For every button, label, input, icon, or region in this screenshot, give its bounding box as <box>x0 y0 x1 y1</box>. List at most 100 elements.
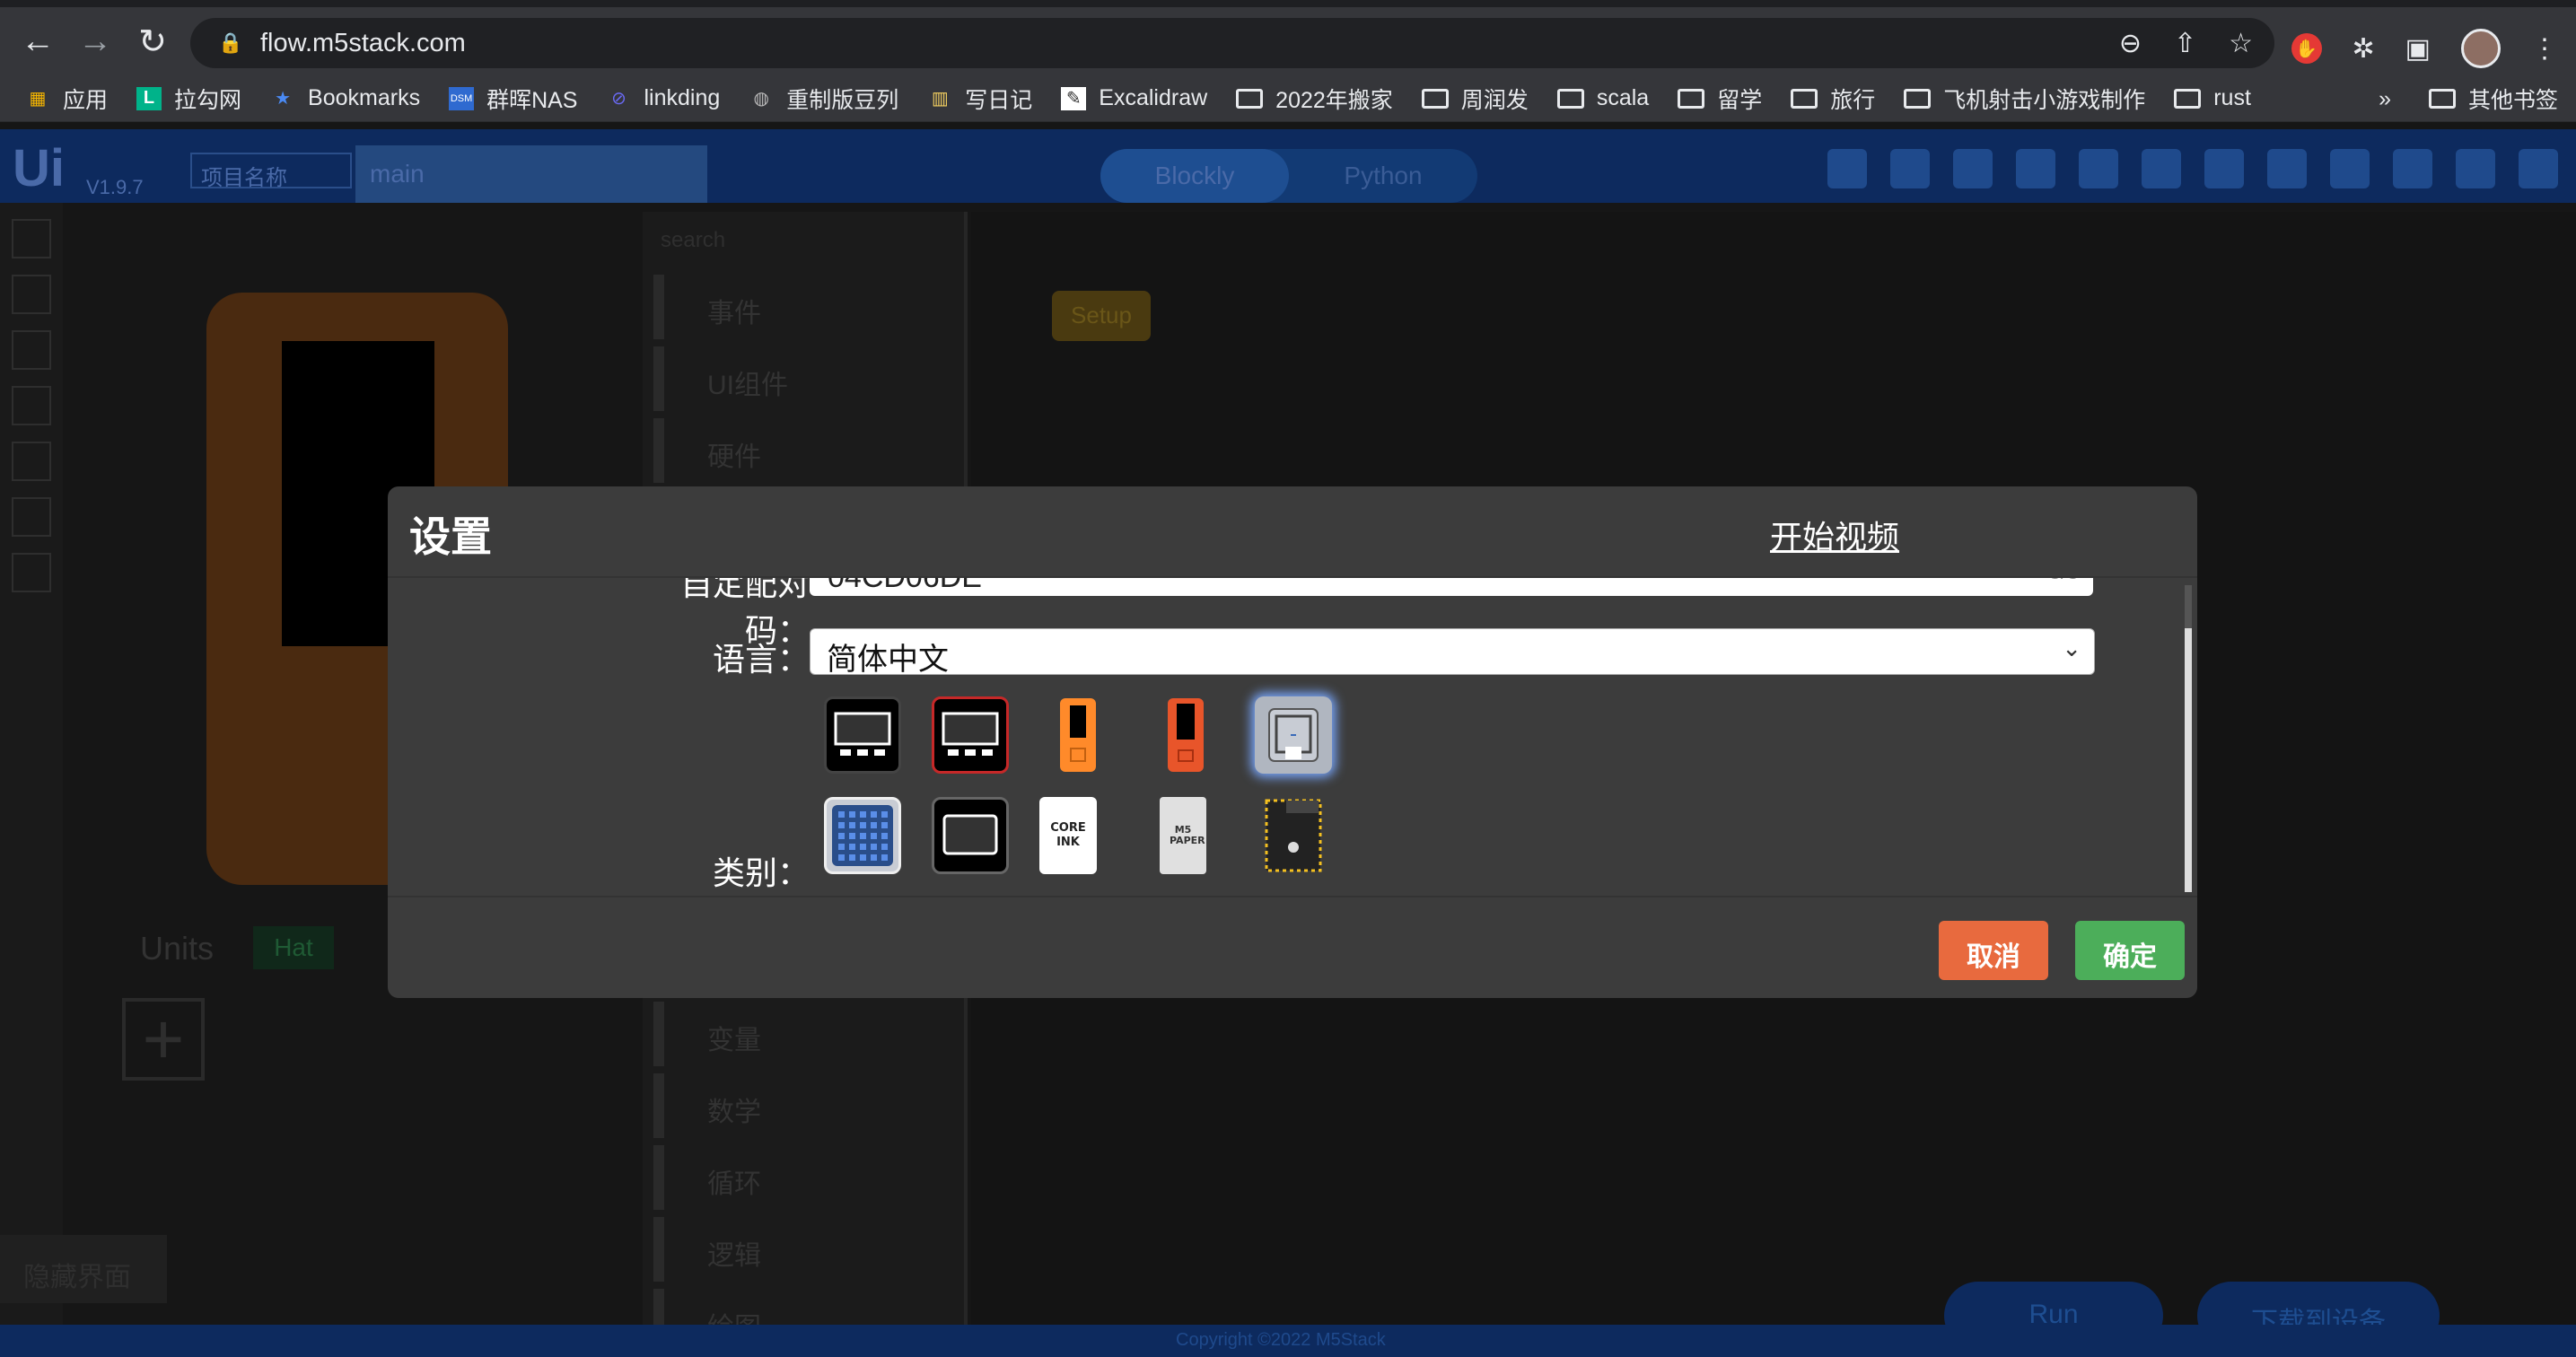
matrix-led <box>881 844 888 850</box>
circle-widget-icon[interactable] <box>12 386 51 425</box>
bookmark-folder[interactable]: 飞机射击小游戏制作 <box>1904 83 2145 115</box>
python-mode-button[interactable]: Python <box>1289 162 1477 190</box>
chevron-down-icon: ⌄ <box>2062 635 2081 661</box>
device-icon[interactable] <box>1890 149 1930 188</box>
bookmark-folder[interactable]: 旅行 <box>1791 83 1875 115</box>
stickc-device-icon[interactable] <box>1039 696 1117 774</box>
category-hardware[interactable]: 硬件 <box>653 418 959 483</box>
bookmark-item[interactable]: ★ Bookmarks <box>270 85 420 111</box>
app-toolbar-icons <box>1827 149 2558 188</box>
user-icon[interactable] <box>1827 149 1867 188</box>
rect-widget-icon[interactable] <box>12 330 51 370</box>
screen: ← → ↻ 🔒 flow.m5stack.com ⊖ ⇧ ☆ ✋ ✲ ▣ ⋮ ▦… <box>0 0 2576 1357</box>
folder-icon <box>1904 88 1932 109</box>
bookmark-item[interactable]: ▦ 应用 <box>25 83 108 115</box>
share-icon[interactable]: ⇧ <box>2174 28 2196 59</box>
folder-icon <box>1556 88 1584 109</box>
hide-ui-button[interactable]: 隐藏界面 <box>0 1235 167 1303</box>
matrix-led <box>871 833 877 839</box>
cancel-button[interactable]: 取消 <box>1939 921 2048 980</box>
address-bar[interactable]: 🔒 flow.m5stack.com ⊖ ⇧ ☆ <box>190 18 2274 68</box>
add-unit-button[interactable]: + <box>122 998 205 1081</box>
bookmark-item[interactable]: ✎ Excalidraw <box>1061 85 1207 111</box>
menu-kebab-icon[interactable]: ⋮ <box>2531 33 2558 65</box>
storage-icon[interactable] <box>2393 149 2432 188</box>
ez-icon[interactable] <box>2267 149 2307 188</box>
reload-icon[interactable]: ↻ <box>124 13 181 70</box>
folder-icon <box>1421 88 1449 109</box>
bookmark-folder[interactable]: 周润发 <box>1421 83 1529 115</box>
api-icon[interactable] <box>2330 149 2370 188</box>
device-type-grid: CORE INK M5 PAPER <box>824 696 1380 896</box>
matrix-led <box>881 854 888 861</box>
language-select[interactable]: 简体中文 ⌄ <box>810 628 2095 677</box>
api-key-input[interactable]: 04CD06DE 8/8 <box>810 578 2093 596</box>
image-widget-icon[interactable] <box>12 442 51 481</box>
bookmark-item[interactable]: DSM 群晖NAS <box>449 83 577 115</box>
file-tab-input[interactable]: main <box>355 145 707 203</box>
units-label: Units <box>140 930 215 967</box>
bookmark-star-icon[interactable]: ☆ <box>2229 28 2253 59</box>
coreink-device-icon[interactable]: CORE INK <box>1039 797 1097 874</box>
bookmark-folder[interactable]: 2022年搬家 <box>1236 83 1393 115</box>
triangle-widget-icon[interactable] <box>12 497 51 537</box>
category-ui[interactable]: UI组件 <box>653 346 959 411</box>
bookmark-item[interactable]: ⊘ linkding <box>606 85 720 111</box>
m5paper-device-icon[interactable]: M5 PAPER <box>1160 797 1206 874</box>
undo-icon[interactable] <box>1953 149 1993 188</box>
bookmarks-overflow-button[interactable]: » <box>2379 86 2391 112</box>
bookmark-folder[interactable]: scala <box>1556 85 1649 111</box>
forward-icon[interactable]: → <box>66 13 124 70</box>
start-video-link[interactable]: 开始视频 <box>1770 512 1899 558</box>
zoom-icon[interactable]: ⊖ <box>2119 28 2142 59</box>
bookmark-item[interactable]: L 拉勾网 <box>136 83 241 115</box>
settings-scrollbar[interactable] <box>2185 585 2192 892</box>
title-widget-icon[interactable] <box>12 219 51 258</box>
matrix-led <box>860 822 866 828</box>
save-icon[interactable] <box>2204 149 2244 188</box>
matrix-led <box>849 811 855 818</box>
matrix-led <box>849 854 855 861</box>
other-bookmarks-folder[interactable]: 其他书签 <box>2428 83 2558 115</box>
scrollbar-thumb[interactable] <box>2185 628 2192 892</box>
core2-device-icon[interactable] <box>932 797 1009 874</box>
lock-icon: 🔒 <box>218 31 243 54</box>
adblock-extension-icon[interactable]: ✋ <box>2291 33 2322 64</box>
feedback-icon[interactable] <box>2456 149 2495 188</box>
bookmark-item[interactable]: ◍ 重制版豆列 <box>749 83 899 115</box>
setup-block[interactable]: Setup <box>1052 291 1151 341</box>
new-file-icon[interactable] <box>2079 149 2118 188</box>
confirm-button[interactable]: 确定 <box>2075 921 2185 980</box>
hat-tab[interactable]: Hat <box>253 926 334 969</box>
back-icon[interactable]: ← <box>9 13 66 70</box>
bookmark-folder[interactable]: rust <box>2174 85 2251 111</box>
atom-device-icon[interactable] <box>1255 696 1332 774</box>
bookmark-folder[interactable]: 留学 <box>1678 83 1762 115</box>
stickc-plus-device-icon[interactable] <box>1147 696 1224 774</box>
category-logic[interactable]: 逻辑 <box>653 1217 959 1282</box>
profile-avatar[interactable] <box>2461 29 2501 68</box>
open-folder-icon[interactable] <box>2142 149 2181 188</box>
hamburger-menu-icon[interactable] <box>2519 149 2558 188</box>
core-device-icon[interactable] <box>824 696 901 774</box>
extensions-icon[interactable]: ✲ <box>2353 33 2375 65</box>
matrix-led <box>871 811 877 818</box>
atom-matrix-device-icon[interactable] <box>824 797 901 874</box>
line-widget-icon[interactable] <box>12 553 51 592</box>
matrix-led <box>838 844 845 850</box>
matrix-led <box>849 833 855 839</box>
bookmarks-bar: ▦ 应用 L 拉勾网 ★ Bookmarks DSM 群晖NAS ⊘ linkding ◍… <box>0 75 2576 122</box>
category-math[interactable]: 数学 <box>653 1073 959 1138</box>
fire-device-icon[interactable] <box>932 696 1009 774</box>
blockly-mode-button[interactable]: Blockly <box>1100 149 1289 203</box>
redo-icon[interactable] <box>2016 149 2055 188</box>
category-variables[interactable]: 变量 <box>653 1002 959 1066</box>
blocks-search-input[interactable]: search <box>661 228 725 253</box>
bookmark-item[interactable]: ▥ 写日记 <box>927 83 1032 115</box>
project-name[interactable]: 项目名称 <box>190 153 352 190</box>
stamp-device-icon[interactable] <box>1255 797 1332 874</box>
sidepanel-icon[interactable]: ▣ <box>2405 33 2431 65</box>
category-events[interactable]: 事件 <box>653 275 959 339</box>
label-widget-icon[interactable] <box>12 275 51 314</box>
category-loops[interactable]: 循环 <box>653 1145 959 1210</box>
